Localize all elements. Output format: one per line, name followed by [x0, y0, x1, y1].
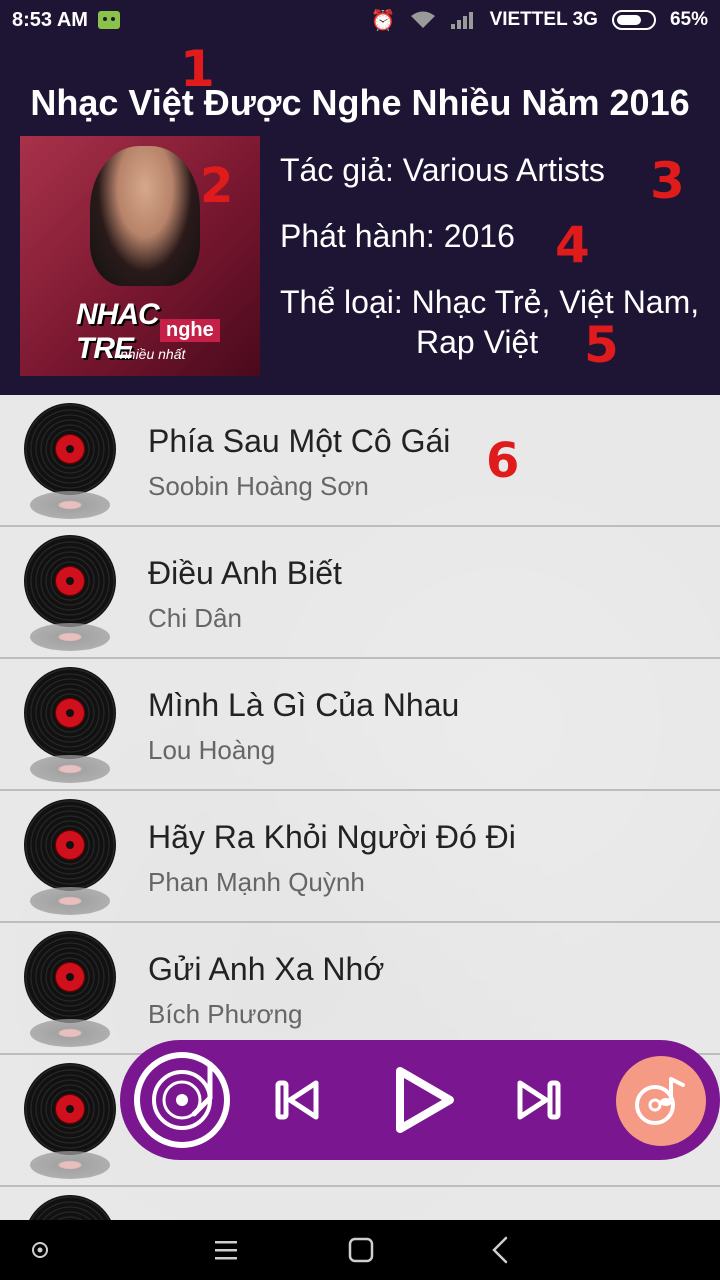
battery-icon [611, 10, 656, 30]
song-artist: Phan Mạnh Quỳnh [148, 867, 365, 897]
marker-6: 6 [486, 433, 520, 489]
song-title: Gửi Anh Xa Nhớ [148, 951, 385, 987]
marker-3: 3 [650, 152, 685, 210]
battery-percent: 65% [669, 9, 708, 30]
turntable-icon[interactable] [134, 1052, 230, 1148]
song-title: Hãy Ra Khỏi Người Đó Đi [148, 819, 516, 855]
home-icon[interactable] [348, 1237, 374, 1263]
android-icon [97, 11, 120, 29]
carrier-label: VIETTEL 3G [489, 9, 598, 30]
previous-button[interactable] [270, 1075, 326, 1125]
cover-text-nghe: nghe [160, 319, 220, 342]
song-row[interactable]: Mình Là Gì Của Nhau Lou Hoàng [0, 659, 720, 791]
song-artist: Chi Dân [148, 603, 242, 633]
play-icon [396, 1067, 454, 1133]
status-bar: 8:53 AM ⏰ VIETTEL 3G 65% [0, 0, 720, 40]
album-header: 1 Nhạc Việt Được Nghe Nhiều Năm 2016 NHA… [0, 40, 720, 395]
marker-2: 2 [200, 158, 234, 214]
assist-dot-icon[interactable] [30, 1240, 50, 1260]
song-title: Phía Sau Một Cô Gái [148, 423, 451, 459]
album-release: Phát hành: 2016 [280, 218, 515, 254]
menu-icon[interactable] [214, 1238, 238, 1262]
music-disc-icon [635, 1077, 685, 1125]
status-time: 8:53 AM [12, 8, 88, 31]
song-row[interactable] [0, 1187, 720, 1220]
next-icon [517, 1080, 561, 1120]
back-icon[interactable] [488, 1236, 512, 1264]
music-disc-button[interactable] [616, 1056, 706, 1146]
song-artist: Bích Phương [148, 999, 303, 1029]
album-title: Nhạc Việt Được Nghe Nhiều Năm 2016 [30, 82, 690, 123]
song-row[interactable]: Hãy Ra Khỏi Người Đó Đi Phan Mạnh Quỳnh [0, 791, 720, 923]
album-genre: Thể loại: Nhạc Trẻ, Việt Nam, [280, 284, 700, 320]
vinyl-disc-icon [24, 1195, 116, 1220]
album-genre-cont: Rap Việt [416, 324, 539, 360]
song-row[interactable]: Gửi Anh Xa Nhớ Bích Phương [0, 923, 720, 1055]
marker-4: 4 [555, 216, 590, 274]
song-title: Điều Anh Biết [148, 555, 342, 591]
song-artist: Soobin Hoàng Sơn [148, 471, 369, 501]
cover-artist-photo [90, 146, 200, 286]
play-button[interactable] [388, 1065, 458, 1135]
song-artist: Lou Hoàng [148, 735, 276, 765]
wifi-icon [410, 11, 435, 28]
cover-text-nhieu-nhat: nhiều nhất [120, 346, 186, 362]
album-author: Tác giả: Various Artists [280, 152, 605, 188]
song-row[interactable]: Điều Anh Biết Chi Dân [0, 527, 720, 659]
signal-icon [450, 12, 473, 29]
mini-player [120, 1040, 720, 1160]
song-title: Mình Là Gì Của Nhau [148, 687, 460, 723]
song-row[interactable]: Phía Sau Một Cô Gái Soobin Hoàng Sơn 6 [0, 395, 720, 527]
next-button[interactable] [510, 1075, 566, 1125]
alarm-icon: ⏰ [370, 9, 396, 32]
navigation-bar [0, 1220, 720, 1280]
marker-5: 5 [584, 316, 619, 374]
previous-icon [275, 1080, 319, 1120]
